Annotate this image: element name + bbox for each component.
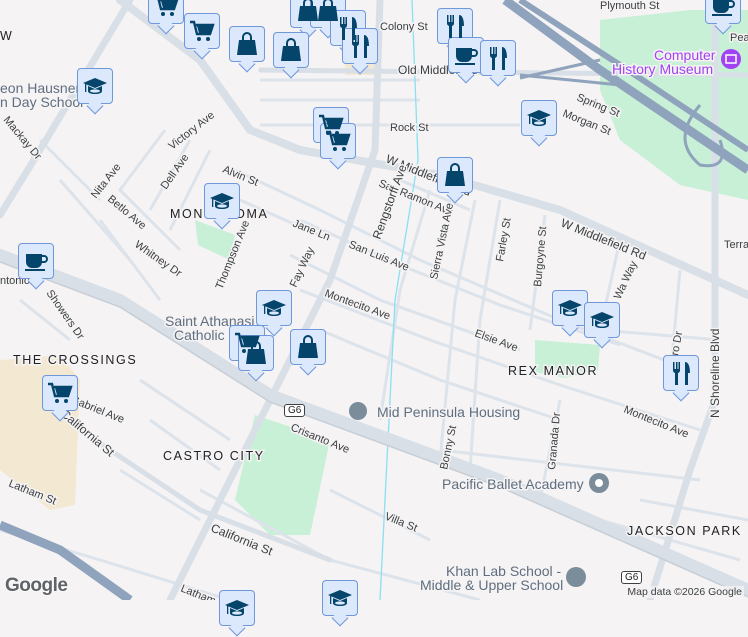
bag-icon: [442, 162, 468, 188]
street-label: Colony St: [380, 21, 428, 33]
highway-shield: G6: [621, 571, 643, 584]
museum-icon[interactable]: [721, 49, 741, 69]
poi-label-mid-peninsula[interactable]: Mid Peninsula Housing: [376, 403, 522, 422]
map-marker-grad-cap[interactable]: [256, 290, 292, 326]
highway-shield: G6: [284, 404, 306, 417]
bag-icon: [295, 334, 321, 360]
neighborhood-label: JACKSON PARK: [627, 524, 742, 538]
poi-label-pacific-ballet[interactable]: Pacific Ballet Academy: [441, 475, 586, 494]
street-label: N Shoreline Blvd: [708, 329, 722, 418]
cup-icon: [710, 0, 736, 19]
poi-label-athanasius[interactable]: Catholic: [173, 326, 227, 345]
poi-label-khan[interactable]: Middle & Upper School: [419, 576, 565, 595]
school-pin-icon[interactable]: [566, 567, 586, 587]
grad-cap-icon: [327, 585, 353, 611]
fork-knife-icon: [668, 360, 694, 386]
neighborhood-label: W: [0, 29, 13, 43]
map-marker-cart[interactable]: [148, 0, 184, 24]
map-marker-bag[interactable]: [290, 329, 326, 365]
grad-cap-icon: [526, 105, 552, 131]
cart-icon: [325, 128, 351, 154]
cart-icon: [47, 380, 73, 406]
street-label: Pear: [730, 32, 748, 44]
map-marker-fork-knife[interactable]: [437, 8, 473, 44]
map-marker-grad-cap[interactable]: [77, 68, 113, 104]
grad-cap-icon: [589, 307, 615, 333]
map-marker-cup[interactable]: [448, 37, 484, 73]
street-label: Rock St: [390, 122, 429, 134]
map-marker-bag[interactable]: [273, 32, 309, 68]
map-marker-cup[interactable]: [705, 0, 741, 24]
grad-cap-icon: [261, 295, 287, 321]
map-marker-grad-cap[interactable]: [219, 590, 255, 626]
map-marker-grad-cap[interactable]: [552, 290, 588, 326]
grad-cap-icon: [557, 295, 583, 321]
fork-knife-icon: [442, 13, 468, 39]
map-marker-grad-cap[interactable]: [204, 183, 240, 219]
fork-knife-icon: [347, 33, 373, 59]
google-logo: Google: [5, 575, 68, 596]
map-marker-fork-knife[interactable]: [342, 28, 378, 64]
map-marker-bag[interactable]: [229, 26, 265, 62]
map-marker-bag[interactable]: [238, 335, 274, 371]
grad-cap-icon: [209, 188, 235, 214]
place-pin-dot: [595, 479, 603, 487]
neighborhood-label: THE CROSSINGS: [13, 353, 137, 367]
fork-knife-icon: [485, 45, 511, 71]
street-label: Plymouth St: [600, 0, 659, 12]
housing-icon[interactable]: [349, 402, 367, 420]
bag-icon: [234, 31, 260, 57]
cup-icon: [23, 248, 49, 274]
bag-icon: [278, 37, 304, 63]
grad-cap-icon: [82, 73, 108, 99]
map-marker-cart[interactable]: [320, 123, 356, 159]
cart-icon: [153, 0, 179, 19]
cup-icon: [453, 42, 479, 68]
map-marker-cart[interactable]: [42, 375, 78, 411]
map-marker-bag[interactable]: [437, 157, 473, 193]
neighborhood-label: CASTRO CITY: [163, 449, 265, 463]
poi-label-hausner[interactable]: n Day School: [0, 93, 85, 112]
map-marker-cup[interactable]: [18, 243, 54, 279]
bag-icon: [243, 340, 269, 366]
cart-icon: [189, 18, 215, 44]
map-marker-grad-cap[interactable]: [322, 580, 358, 616]
grad-cap-icon: [224, 595, 250, 621]
map-marker-fork-knife[interactable]: [663, 355, 699, 391]
map-marker-cart[interactable]: [184, 13, 220, 49]
map-attribution[interactable]: Map data ©2026 Google: [625, 586, 744, 598]
map-marker-grad-cap[interactable]: [521, 100, 557, 136]
poi-label-computer-history[interactable]: History Museum: [611, 60, 715, 79]
map-marker-grad-cap[interactable]: [584, 302, 620, 338]
map-marker-fork-knife[interactable]: [480, 40, 516, 76]
street-label: Terra: [724, 239, 748, 251]
neighborhood-label: REX MANOR: [508, 364, 598, 378]
